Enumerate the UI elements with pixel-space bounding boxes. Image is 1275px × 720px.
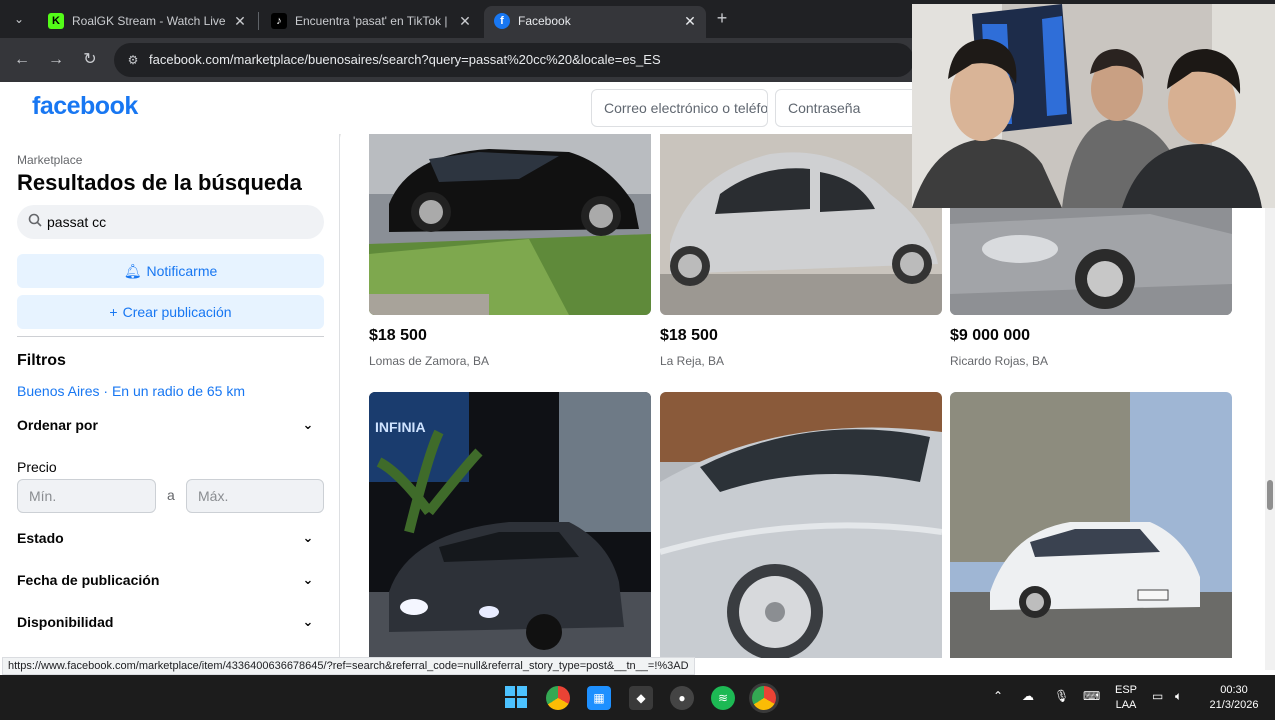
clock-date: 21/3/2026 (1209, 699, 1259, 711)
filters-heading: Filtros (17, 352, 66, 369)
reload-icon[interactable]: ↻ (80, 50, 100, 70)
scrollbar-thumb[interactable] (1267, 480, 1273, 510)
date-listed-dropdown[interactable]: Fecha de publicación ⌄ (17, 568, 324, 592)
divider (17, 336, 324, 337)
address-bar[interactable]: ⚙ facebook.com/marketplace/buenosaires/s… (114, 43, 914, 77)
screen: ⌄ K RoalGK Stream - Watch Live on ✕ ♪ En… (0, 0, 1275, 720)
tab-search-chevron-icon[interactable]: ⌄ (8, 9, 30, 29)
price-max-input[interactable]: Máx. (186, 479, 324, 513)
breadcrumb[interactable]: Marketplace (17, 153, 82, 167)
search-value: passat cc (47, 214, 107, 230)
chrome-icon[interactable] (546, 686, 570, 710)
keyboard-layout-code: LAA (1115, 699, 1137, 711)
search-input[interactable]: passat cc (17, 205, 324, 239)
store-icon[interactable]: ▦ (587, 686, 611, 710)
network-icon[interactable]: ▭ (1152, 689, 1163, 703)
listing-photo-black-hatchback[interactable] (369, 134, 651, 315)
tab-facebook[interactable]: f Facebook ✕ (484, 6, 706, 38)
tab-roalgk-stream[interactable]: K RoalGK Stream - Watch Live on ✕ (38, 6, 256, 38)
password-field[interactable]: Contraseña (775, 89, 935, 127)
keyboard-icon[interactable]: ⌨ (1083, 689, 1100, 703)
date-listed-label: Fecha de publicación (17, 572, 160, 588)
listing-photo-dark-tiguan[interactable]: INFINIA (369, 392, 651, 658)
site-settings-icon[interactable]: ⚙ (124, 51, 142, 69)
chevron-down-icon: ⌄ (302, 530, 314, 545)
forward-arrow-icon[interactable]: → (46, 50, 66, 70)
create-listing-button[interactable]: + Crear publicación (17, 295, 324, 329)
listing-photo-white-vento[interactable] (950, 392, 1232, 658)
close-tab-icon[interactable]: ✕ (682, 12, 698, 30)
sort-by-label: Ordenar por (17, 417, 98, 433)
tab-separator (258, 12, 259, 30)
plus-icon: + (109, 304, 118, 320)
listing-location: Lomas de Zamora, BA (369, 354, 490, 368)
chrome-active-icon[interactable] (752, 686, 776, 710)
listing-photo-silver-passat-cc[interactable] (660, 392, 942, 658)
page-title: Resultados de la búsqueda (17, 170, 302, 195)
listing-price: $9 000 000 (950, 327, 1031, 344)
url-text[interactable]: facebook.com/marketplace/buenosaires/sea… (149, 52, 661, 67)
clock-time: 00:30 (1220, 684, 1248, 696)
availability-dropdown[interactable]: Disponibilidad ⌄ (17, 610, 324, 634)
sort-by-dropdown[interactable]: Ordenar por ⌄ (17, 413, 324, 437)
notify-button[interactable]: 🔔︎ Notificarme (17, 254, 324, 288)
app-notification-icon[interactable]: ● (670, 686, 694, 710)
condition-label: Estado (17, 530, 64, 546)
price-range-separator: a (167, 487, 175, 503)
webcam-overlay (912, 4, 1275, 208)
listings-grid: $18 500 Lomas de Zamora, BA $18 500 La R… (341, 134, 1265, 658)
onedrive-cloud-icon[interactable]: ☁ (1022, 689, 1034, 703)
listing-location: Ricardo Rojas, BA (950, 354, 1049, 368)
availability-label: Disponibilidad (17, 614, 114, 630)
notify-label: Notificarme (146, 263, 218, 279)
chevron-down-icon: ⌄ (302, 572, 314, 587)
app-icon[interactable]: ◆ (629, 686, 653, 710)
spotify-icon[interactable]: ≋ (711, 686, 735, 710)
create-label: Crear publicación (122, 304, 232, 320)
marketplace-sidebar: Marketplace Resultados de la búsqueda pa… (0, 134, 340, 658)
back-arrow-icon[interactable]: ← (12, 50, 32, 70)
facebook-icon: f (494, 13, 510, 29)
system-clock[interactable]: 00:30 21/3/2026 (1196, 683, 1272, 713)
tab-title: RoalGK Stream - Watch Live on (72, 14, 228, 28)
listing-price: $18 500 (369, 327, 427, 344)
listing-price: $18 500 (660, 327, 718, 344)
close-tab-icon[interactable]: ✕ (457, 12, 473, 30)
link-preview-status-url: https://www.facebook.com/marketplace/ite… (2, 657, 695, 675)
microphone-icon[interactable]: 🎙︎ (1054, 689, 1069, 703)
tab-tiktok[interactable]: ♪ Encuentra 'pasat' en TikTok | Bu ✕ (261, 6, 481, 38)
tray-overflow-chevron-icon[interactable]: ⌃ (993, 689, 1003, 703)
windows-start-icon[interactable] (504, 686, 528, 710)
svg-text:INFINIA: INFINIA (375, 419, 426, 435)
language-code: ESP (1114, 684, 1137, 696)
volume-icon[interactable]: 🔈︎ (1175, 689, 1182, 704)
chevron-down-icon: ⌄ (302, 614, 314, 629)
facebook-logo[interactable]: facebook (32, 92, 138, 121)
page-scrollbar[interactable] (1265, 134, 1275, 670)
price-min-input[interactable]: Mín. (17, 479, 156, 513)
close-tab-icon[interactable]: ✕ (232, 12, 248, 30)
search-icon (27, 213, 43, 229)
email-field[interactable]: Correo electrónico o teléfono (591, 89, 768, 127)
kick-icon: K (48, 13, 64, 29)
location-filter-link[interactable]: Buenos Aires · En un radio de 65 km (17, 383, 245, 399)
tab-title: Facebook (518, 14, 571, 28)
listing-photo-silver-beetle[interactable] (660, 134, 942, 315)
windows-taskbar: ▦ ◆ ● ≋ ⌃ ☁ 🎙︎ ⌨ ESP LAA ▭ 🔈︎ 00:30 21/3… (0, 675, 1275, 720)
condition-dropdown[interactable]: Estado ⌄ (17, 526, 324, 550)
bell-icon: 🔔︎ (123, 263, 142, 279)
listing-location: La Reja, BA (660, 354, 725, 368)
new-tab-icon[interactable]: + (712, 8, 732, 28)
tiktok-icon: ♪ (271, 13, 287, 29)
tab-title: Encuentra 'pasat' en TikTok | Bu (295, 14, 451, 28)
chevron-down-icon: ⌄ (302, 417, 314, 432)
input-language-indicator[interactable]: ESP LAA (1112, 683, 1140, 713)
price-label: Precio (17, 459, 57, 475)
